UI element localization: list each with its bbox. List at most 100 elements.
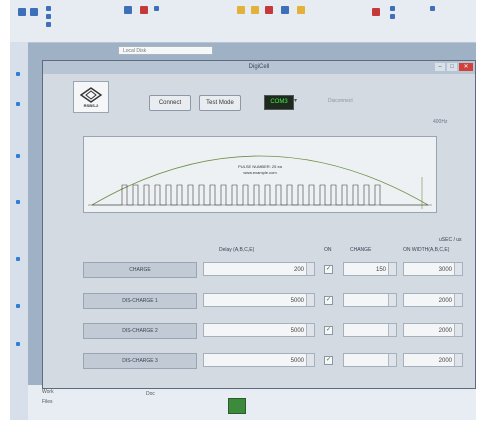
- folder-icon[interactable]: [16, 154, 20, 158]
- delay-input[interactable]: 5000: [203, 353, 315, 367]
- enable-checkbox[interactable]: ✓: [324, 296, 333, 305]
- change-column-header: CHANGE: [350, 247, 372, 253]
- row-label: DIS-CHARGE 1: [83, 293, 197, 309]
- waveform-caption-2: www.example.com: [243, 170, 277, 175]
- connection-status: Disconnect: [328, 98, 353, 104]
- delay-value: 5000: [290, 328, 304, 334]
- ribbon-select-group: [370, 2, 470, 40]
- close-button[interactable]: ✕: [459, 63, 473, 71]
- file-item[interactable]: Work: [42, 389, 54, 395]
- width-value: 2000: [438, 358, 452, 364]
- paste-shortcut-icon[interactable]: [46, 22, 51, 27]
- delete-item-icon[interactable]: [265, 6, 273, 14]
- maximize-button[interactable]: □: [447, 63, 457, 71]
- drive-icon[interactable]: [16, 102, 20, 106]
- file-item[interactable]: Files: [42, 399, 53, 405]
- spinner-icon[interactable]: [306, 354, 314, 366]
- delay-column-header: Delay (A,B,C,E): [219, 247, 255, 253]
- unit-label: uSEC / us: [439, 237, 462, 243]
- enable-checkbox[interactable]: ✓: [324, 356, 333, 365]
- change-input[interactable]: [343, 293, 397, 307]
- folder-icon[interactable]: [16, 304, 20, 308]
- screen-photo: Local Disk Work Files Doc DigiCell – □ ✕…: [10, 0, 476, 420]
- folder-icon[interactable]: [16, 257, 20, 261]
- rename-icon[interactable]: [154, 6, 159, 11]
- select-all-icon[interactable]: [390, 6, 395, 11]
- delay-input[interactable]: 200: [203, 262, 315, 276]
- delay-input[interactable]: 5000: [203, 293, 315, 307]
- change-input[interactable]: [343, 323, 397, 337]
- width-input[interactable]: 2000: [403, 323, 463, 337]
- width-input[interactable]: 3000: [403, 262, 463, 276]
- enable-checkbox[interactable]: ✓: [324, 265, 333, 274]
- spinner-icon[interactable]: [454, 354, 462, 366]
- folder-icon[interactable]: [16, 200, 20, 204]
- spinner-icon[interactable]: [454, 324, 462, 336]
- new-item-icon[interactable]: [251, 6, 259, 14]
- cut-icon[interactable]: [46, 6, 51, 11]
- ribbon-organize-group: [120, 2, 180, 40]
- ribbon-new-group: [235, 2, 325, 40]
- app-taskbar-icon[interactable]: [228, 398, 246, 414]
- pulse-waveform: PULSE NUMBER: 25 ea www.example.com: [88, 155, 432, 209]
- address-bar[interactable]: Local Disk: [118, 46, 213, 55]
- width-input[interactable]: 2000: [403, 293, 463, 307]
- new-folder-icon[interactable]: [237, 6, 245, 14]
- invert-selection-icon[interactable]: [430, 6, 435, 11]
- properties-icon[interactable]: [281, 6, 289, 14]
- favorite-icon[interactable]: [16, 72, 20, 76]
- spinner-icon[interactable]: [388, 294, 396, 306]
- spinner-icon[interactable]: [388, 324, 396, 336]
- row-label: DIS-CHARGE 2: [83, 323, 197, 339]
- waveform-caption-1: PULSE NUMBER: 25 ea: [238, 164, 283, 169]
- change-input[interactable]: [343, 353, 397, 367]
- window-title: DigiCell: [248, 64, 270, 70]
- explorer-ribbon: [10, 0, 476, 43]
- test-mode-button[interactable]: Test Mode: [199, 95, 241, 111]
- chevron-down-icon[interactable]: ▾: [294, 97, 297, 104]
- file-item[interactable]: Doc: [146, 391, 155, 397]
- delay-value: 200: [293, 267, 304, 273]
- pin-icon[interactable]: [18, 8, 26, 16]
- pulse-train: [92, 184, 428, 206]
- logo-label: RSBS-2: [83, 102, 99, 108]
- spinner-icon[interactable]: [388, 263, 396, 275]
- connect-button[interactable]: Connect: [149, 95, 191, 111]
- history-icon[interactable]: [372, 8, 380, 16]
- ribbon-clipboard-group: [16, 2, 76, 40]
- delete-icon[interactable]: [140, 6, 148, 14]
- enable-checkbox[interactable]: ✓: [324, 326, 333, 335]
- spinner-icon[interactable]: [388, 354, 396, 366]
- move-to-icon[interactable]: [124, 6, 132, 14]
- pulse-waveform-panel: PULSE NUMBER: 25 ea www.example.com: [83, 136, 437, 213]
- row-label: CHARGE: [83, 262, 197, 278]
- width-value: 3000: [438, 267, 452, 273]
- copy-path-icon[interactable]: [46, 14, 51, 19]
- com-port-select[interactable]: COM3: [264, 95, 294, 110]
- change-input[interactable]: 150: [343, 262, 397, 276]
- on-column-header: ON: [324, 247, 332, 253]
- delay-input[interactable]: 5000: [203, 323, 315, 337]
- open-folder-icon[interactable]: [297, 6, 305, 14]
- folder-icon[interactable]: [16, 342, 20, 346]
- digicell-window: DigiCell – □ ✕ RSBS-2 Connect Test Mode …: [42, 60, 476, 389]
- logo-icon: [79, 86, 103, 103]
- minimize-button[interactable]: –: [435, 63, 445, 71]
- app-logo: RSBS-2: [73, 81, 109, 113]
- spinner-icon[interactable]: [454, 263, 462, 275]
- width-value: 2000: [438, 298, 452, 304]
- copy-icon[interactable]: [30, 8, 38, 16]
- change-value: 150: [375, 267, 386, 273]
- width-value: 2000: [438, 328, 452, 334]
- frequency-readout: 400Hz: [433, 119, 448, 125]
- spinner-icon[interactable]: [306, 324, 314, 336]
- width-input[interactable]: 2000: [403, 353, 463, 367]
- spinner-icon[interactable]: [306, 294, 314, 306]
- width-column-header: ON WIDTH(A,B,C,E): [403, 247, 450, 253]
- window-titlebar: DigiCell – □ ✕: [43, 61, 475, 74]
- delay-value: 5000: [290, 298, 304, 304]
- row-label: DIS-CHARGE 3: [83, 353, 197, 369]
- spinner-icon[interactable]: [306, 263, 314, 275]
- spinner-icon[interactable]: [454, 294, 462, 306]
- select-none-icon[interactable]: [390, 14, 395, 19]
